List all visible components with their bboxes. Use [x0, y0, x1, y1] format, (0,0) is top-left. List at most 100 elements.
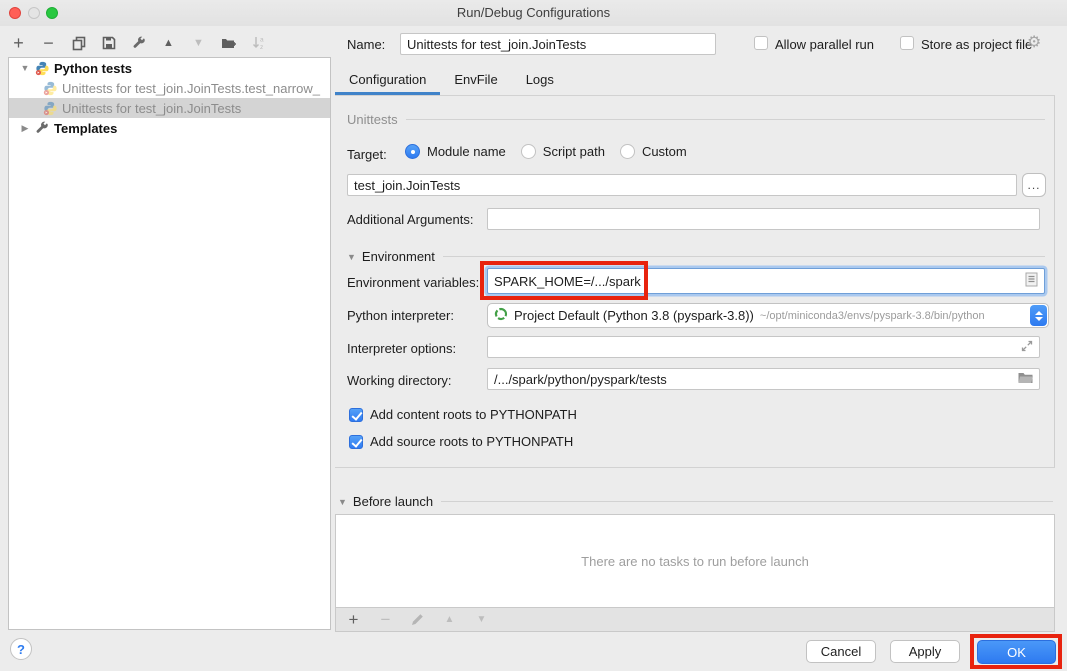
configurations-tree: ▼ Python tests Unittests for test_join.J… — [8, 57, 331, 630]
chevron-down-icon[interactable]: ▼ — [338, 497, 347, 507]
separator-line — [441, 501, 1053, 502]
remove-icon[interactable]: − — [40, 35, 57, 52]
svg-text:z: z — [260, 44, 263, 51]
edit-task-pencil-icon — [409, 611, 426, 628]
tab-configuration[interactable]: Configuration — [335, 66, 440, 95]
configuration-panel: Unittests Target: Module name Script pat… — [335, 95, 1055, 468]
radio-module-name[interactable] — [405, 144, 420, 159]
before-launch-task-list[interactable]: There are no tasks to run before launch — [335, 514, 1055, 608]
tree-item-label: Unittests for test_join.JoinTests.test_n… — [62, 81, 320, 96]
chevron-right-icon[interactable]: ▶ — [19, 123, 31, 134]
radio-custom[interactable] — [620, 144, 635, 159]
unittests-group-header: Unittests — [347, 112, 1047, 127]
add-source-roots-row: Add source roots to PYTHONPATH — [349, 434, 573, 449]
before-launch-section-title: Before launch — [353, 494, 433, 509]
copy-icon[interactable] — [70, 35, 87, 52]
environment-section-header[interactable]: ▼ Environment — [347, 249, 1047, 264]
interpreter-options-input[interactable] — [487, 336, 1040, 358]
tree-item-label: Unittests for test_join.JoinTests — [62, 101, 241, 116]
radio-custom-label: Custom — [642, 144, 687, 159]
conda-environment-icon — [494, 307, 508, 324]
add-source-roots-label: Add source roots to PYTHONPATH — [370, 434, 573, 449]
environment-section-title: Environment — [362, 249, 435, 264]
tree-item-templates[interactable]: ▶ Templates — [9, 118, 330, 138]
python-interpreter-select[interactable]: Project Default (Python 3.8 (pyspark-3.8… — [487, 303, 1049, 328]
tree-item-python-tests[interactable]: ▼ Python tests — [9, 58, 330, 78]
tree-item-label: Templates — [54, 121, 117, 136]
before-launch-toolbar: + − ▲ ▼ — [335, 608, 1055, 632]
ok-button[interactable]: OK — [977, 640, 1056, 664]
radio-script-path-label: Script path — [543, 144, 605, 159]
radio-module-name-label: Module name — [427, 144, 506, 159]
new-folder-icon[interactable] — [220, 35, 237, 52]
environment-variables-input[interactable]: SPARK_HOME=/.../spark — [487, 268, 1045, 294]
move-task-up-icon: ▲ — [441, 611, 458, 628]
add-icon[interactable]: + — [10, 35, 27, 52]
configuration-tabs: Configuration EnvFile Logs — [335, 66, 568, 95]
environment-variables-label: Environment variables: — [347, 275, 479, 290]
add-content-roots-checkbox[interactable] — [349, 408, 363, 422]
module-name-input[interactable] — [347, 174, 1017, 196]
working-directory-value: /.../spark/python/pyspark/tests — [494, 372, 667, 387]
allow-parallel-run-label: Allow parallel run — [775, 37, 874, 52]
apply-button[interactable]: Apply — [890, 640, 960, 663]
python-interpreter-value: Project Default (Python 3.8 (pyspark-3.8… — [514, 308, 754, 323]
tab-envfile[interactable]: EnvFile — [440, 66, 511, 95]
add-content-roots-row: Add content roots to PYTHONPATH — [349, 407, 577, 422]
dropdown-stepper-icon[interactable] — [1030, 305, 1047, 326]
radio-script-path[interactable] — [521, 144, 536, 159]
folder-browse-icon[interactable] — [1018, 372, 1033, 387]
store-as-project-file-label: Store as project file — [921, 37, 1032, 52]
browse-variables-icon[interactable] — [1025, 272, 1038, 290]
allow-parallel-run-checkbox[interactable] — [754, 36, 768, 50]
python-interpreter-path: ~/opt/miniconda3/envs/pyspark-3.8/bin/py… — [760, 310, 1029, 322]
before-launch-section-header[interactable]: ▼ Before launch — [335, 494, 1055, 509]
separator-line — [443, 256, 1045, 257]
target-label: Target: — [347, 147, 387, 162]
working-directory-input[interactable]: /.../spark/python/pyspark/tests — [487, 368, 1040, 390]
cancel-button[interactable]: Cancel — [806, 640, 876, 663]
chevron-down-icon[interactable]: ▼ — [347, 252, 356, 262]
add-source-roots-checkbox[interactable] — [349, 435, 363, 449]
additional-arguments-input[interactable] — [487, 208, 1040, 230]
separator-line — [406, 119, 1045, 120]
move-up-icon[interactable]: ▲ — [160, 35, 177, 52]
name-input[interactable] — [400, 33, 716, 55]
add-task-icon[interactable]: + — [345, 611, 362, 628]
remove-task-icon: − — [377, 611, 394, 628]
additional-arguments-label: Additional Arguments: — [347, 212, 473, 227]
templates-wrench-icon — [35, 121, 50, 136]
name-label: Name: — [347, 37, 385, 52]
configurations-toolbar: + − ▲ ▼ az — [10, 32, 267, 54]
settings-gear-icon[interactable]: ⚙ — [1027, 35, 1041, 51]
save-icon[interactable] — [100, 35, 117, 52]
store-as-project-file-checkbox[interactable] — [900, 36, 914, 50]
tree-item-label: Python tests — [54, 61, 132, 76]
before-launch-empty-text: There are no tasks to run before launch — [581, 554, 809, 569]
edit-templates-wrench-icon[interactable] — [130, 35, 147, 52]
python-tests-icon — [35, 61, 50, 76]
help-button[interactable]: ? — [10, 638, 32, 660]
move-task-down-icon: ▼ — [473, 611, 490, 628]
tab-logs[interactable]: Logs — [512, 66, 568, 95]
python-test-config-icon — [43, 81, 58, 96]
tree-item-unittests-test-narrow[interactable]: Unittests for test_join.JoinTests.test_n… — [9, 78, 330, 98]
svg-text:a: a — [260, 37, 264, 44]
window-title: Run/Debug Configurations — [0, 5, 1067, 20]
python-test-config-icon — [43, 101, 58, 116]
interpreter-options-label: Interpreter options: — [347, 341, 456, 356]
target-radio-group: Module name Script path Custom — [405, 144, 687, 159]
sort-alphabetically-icon: az — [250, 35, 267, 52]
add-content-roots-label: Add content roots to PYTHONPATH — [370, 407, 577, 422]
browse-button[interactable]: ... — [1022, 173, 1046, 197]
python-interpreter-label: Python interpreter: — [347, 308, 454, 323]
environment-variables-value: SPARK_HOME=/.../spark — [494, 274, 641, 289]
run-debug-configurations-dialog: Run/Debug Configurations + − ▲ ▼ az ▼ Py — [0, 0, 1067, 671]
move-down-icon: ▼ — [190, 35, 207, 52]
tree-item-unittests-jointests[interactable]: Unittests for test_join.JoinTests — [9, 98, 330, 118]
chevron-down-icon[interactable]: ▼ — [19, 63, 31, 73]
title-bar: Run/Debug Configurations — [0, 0, 1067, 26]
unittests-group-title: Unittests — [347, 112, 398, 127]
working-directory-label: Working directory: — [347, 373, 452, 388]
expand-field-icon[interactable] — [1021, 340, 1033, 355]
